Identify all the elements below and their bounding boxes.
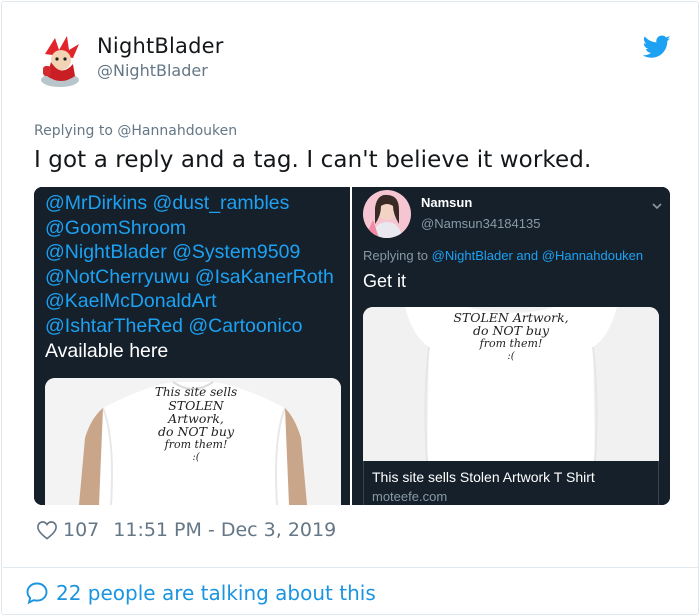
tweet-timestamp[interactable]: 11:51 PM - Dec 3, 2019 [113, 519, 336, 541]
reply-shirt-text: STOLEN Artwork, do NOT buy from them! :( [451, 311, 571, 363]
reply-mention: @Hannahdouken [541, 248, 644, 263]
reply-author-name: Namsun [421, 195, 473, 210]
shirt-line: STOLEN Artwork, [168, 398, 224, 426]
reply-replying-to: Replying to @NightBlader and @Hannahdouk… [363, 248, 643, 263]
like-count[interactable]: 107 [63, 519, 99, 541]
shirt-line: :( [507, 351, 515, 362]
reply-card-image: STOLEN Artwork, do NOT buy from them! :( [363, 307, 659, 461]
left-screenshot[interactable]: @MrDirkins @dust_rambles @GoomShroom @Ni… [34, 187, 350, 505]
tweet-text: I got a reply and a tag. I can't believe… [34, 147, 592, 173]
available-here-text: Available here [45, 339, 169, 362]
chevron-down-icon [651, 196, 663, 210]
replying-to-handle[interactable]: @Hannahdouken [117, 123, 237, 139]
mention-line: @GoomShroom [45, 216, 187, 239]
mention-line: @IshtarTheRed @Cartoonico [45, 314, 303, 337]
reply-text: Get it [363, 271, 407, 291]
author-display-name[interactable]: NightBlader [97, 34, 224, 58]
reply-author-handle: @Namsun34184135 [421, 216, 541, 231]
talking-link[interactable]: 22 people are talking about this [25, 578, 376, 608]
replying-prefix: Replying to [34, 123, 113, 139]
mention-line: @MrDirkins @dust_rambles [45, 192, 290, 214]
reply-card-title: This site sells Stolen Artwork T Shirt [372, 469, 595, 485]
reply-mention: @NightBlader [431, 248, 513, 263]
mentions-list: @MrDirkins @dust_rambles @GoomShroom @Ni… [45, 191, 345, 363]
author-handle[interactable]: @NightBlader [97, 61, 208, 80]
replying-to: Replying to @Hannahdouken [34, 123, 237, 139]
mention-line: @NightBlader @System9509 [45, 241, 301, 264]
heart-icon[interactable] [36, 520, 58, 540]
reply-card-domain: moteefe.com [372, 489, 448, 504]
right-screenshot[interactable]: Namsun @Namsun34184135 Replying to @Nigh… [352, 187, 670, 505]
shirt-line: do NOT buy [157, 424, 235, 439]
shirt-line: from them! [164, 438, 228, 451]
tweet-card: NightBlader @NightBlader Replying to @Ha… [1, 1, 699, 615]
tweet-media[interactable]: @MrDirkins @dust_rambles @GoomShroom @Ni… [34, 187, 670, 505]
twitter-bird-icon[interactable] [642, 35, 671, 59]
left-shirt-image: This site sells STOLEN Artwork, do NOT b… [45, 378, 341, 505]
shirt-line: :( [192, 452, 200, 463]
reply-replying-prefix: Replying to [363, 248, 429, 263]
divider [3, 567, 699, 568]
mention-line: @NotCherryuwu @IsaKanerRoth [45, 265, 334, 288]
reply-and: and [516, 248, 539, 263]
speech-bubble-icon [25, 581, 49, 605]
mention-line: @KaelMcDonaldArt [45, 290, 217, 313]
tweet-meta: 107 11:51 PM - Dec 3, 2019 [36, 516, 336, 544]
talking-text[interactable]: 22 people are talking about this [56, 581, 376, 605]
reply-avatar [363, 190, 411, 238]
shirt-line: do NOT buy [472, 323, 550, 338]
author-avatar[interactable] [35, 32, 85, 88]
shirt-text: This site sells STOLEN Artwork, do NOT b… [141, 386, 251, 464]
shirt-line: from them! [479, 337, 543, 350]
reply-link-card: This site sells Stolen Artwork T Shirt m… [363, 461, 659, 505]
